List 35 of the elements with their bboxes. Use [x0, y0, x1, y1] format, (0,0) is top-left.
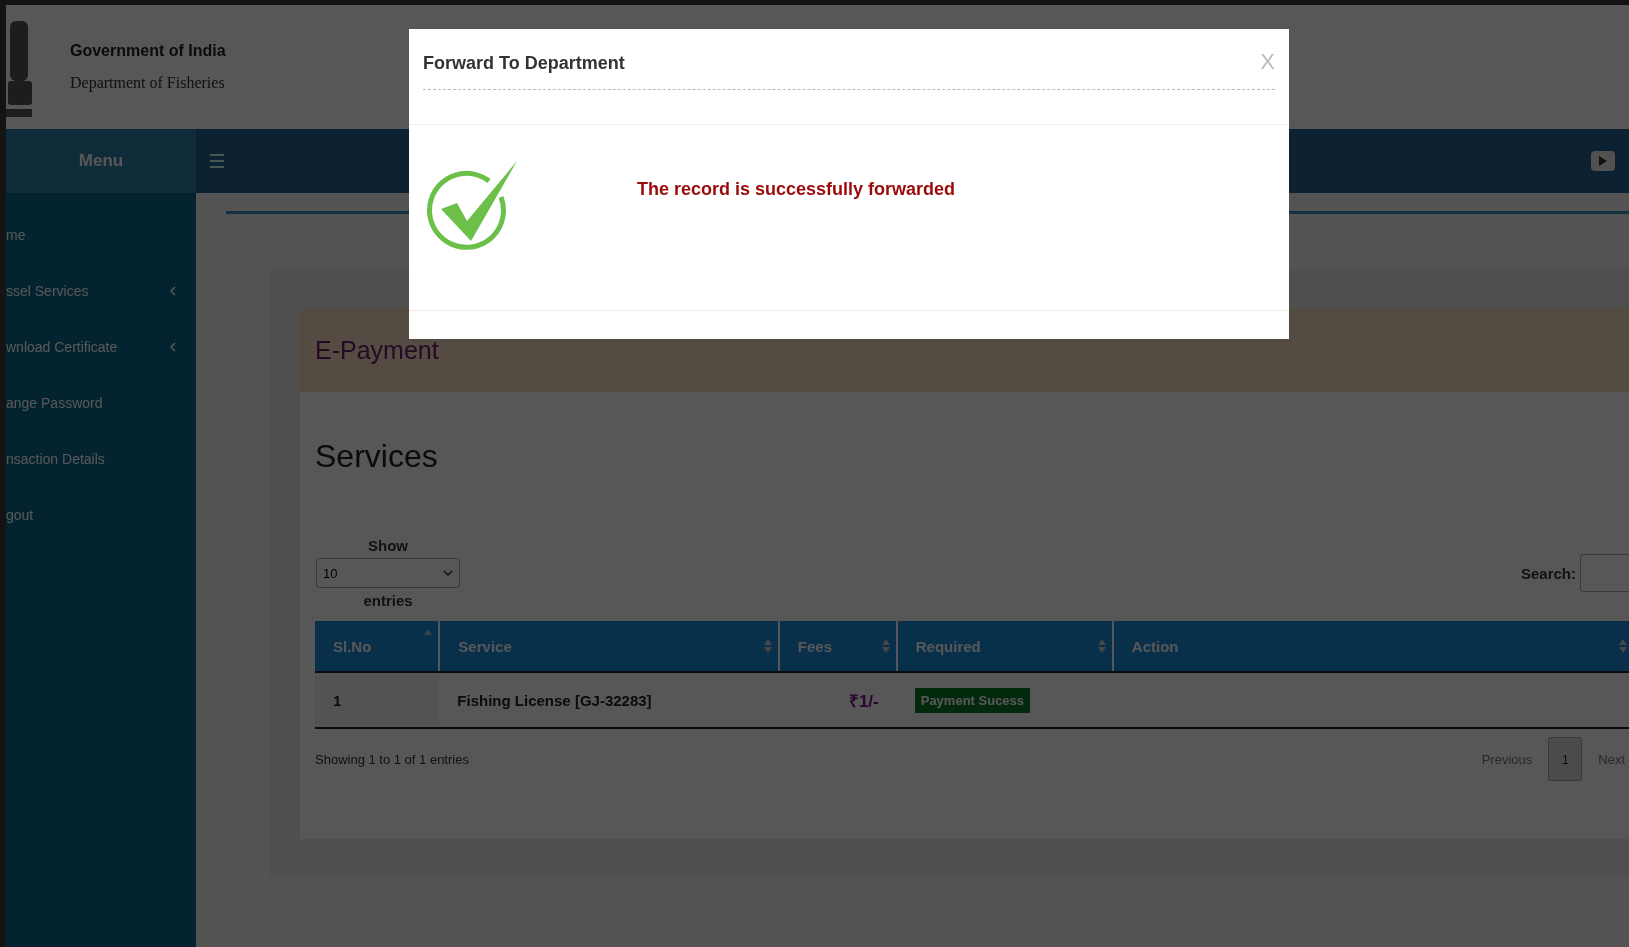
play-icon — [1599, 156, 1607, 166]
sidebar-item[interactable]: ssel Services — [6, 263, 196, 319]
fee-cell: ₹1/- — [778, 672, 897, 728]
column-header[interactable]: Service — [439, 621, 779, 672]
play-button[interactable] — [1591, 151, 1615, 171]
chevron-left-icon — [170, 342, 176, 352]
header-title: Government of India — [70, 42, 226, 60]
sidebar-item[interactable]: ange Password — [6, 375, 196, 431]
column-header[interactable]: Required — [896, 621, 1113, 672]
search-label: Search: — [1520, 564, 1576, 582]
entries-select[interactable]: 10 — [316, 558, 460, 588]
sidebar-item[interactable]: nsaction Details — [6, 431, 196, 487]
show-label: Show — [368, 537, 408, 554]
page-button[interactable]: 1 — [1548, 737, 1583, 781]
column-header[interactable]: Sl.No — [315, 621, 440, 672]
table-cell: Fishing License [GJ-32283] — [439, 672, 779, 728]
chevron-left-icon — [170, 286, 176, 296]
menu-icon[interactable] — [210, 154, 224, 168]
chevron-down-icon — [443, 570, 453, 576]
modal-title: Forward To Department — [423, 52, 625, 74]
close-button[interactable]: X — [1260, 49, 1275, 75]
column-header[interactable]: Fees — [778, 621, 897, 672]
entries-label: entries — [363, 592, 413, 609]
section-title: Services — [315, 438, 439, 475]
table-cell: 1 — [315, 672, 440, 728]
success-message: The record is successfully forwarded — [637, 179, 956, 200]
column-header[interactable]: Action — [1112, 621, 1629, 672]
header-subtitle: Department of Fisheries — [70, 74, 226, 92]
status-badge: Payment Sucess — [914, 687, 1031, 713]
sidebar-item[interactable]: me — [6, 207, 196, 263]
sidebar-item[interactable]: wnload Certificate — [6, 319, 196, 375]
page-title: E-Payment — [315, 335, 439, 365]
table-info: Showing 1 to 1 of 1 entries — [315, 751, 469, 767]
menu-label: Menu — [78, 151, 124, 171]
sidebar-item[interactable]: gout — [6, 487, 196, 543]
